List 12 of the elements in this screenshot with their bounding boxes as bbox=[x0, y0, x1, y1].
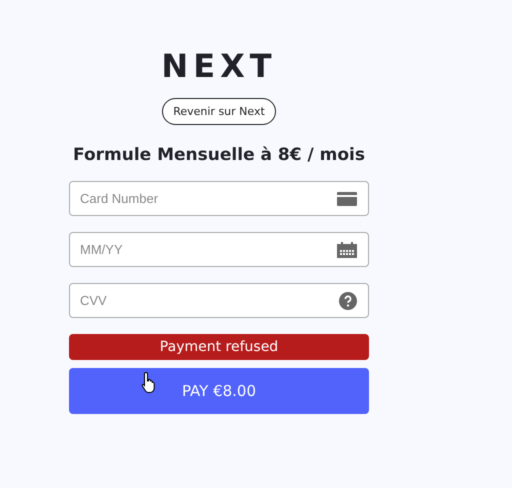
input-field[interactable]: Card Number bbox=[69, 181, 369, 216]
back-button[interactable]: Revenir sur Next bbox=[162, 98, 276, 125]
help-icon[interactable] bbox=[339, 292, 357, 310]
input-field[interactable]: MM/YY bbox=[69, 232, 369, 267]
calendar-icon bbox=[337, 242, 357, 258]
pay-button[interactable]: PAY €8.00 bbox=[69, 368, 369, 414]
error-banner: Payment refused bbox=[69, 334, 369, 360]
plan-title: Formule Mensuelle à 8€ / mois bbox=[73, 145, 365, 165]
input-field[interactable]: CVV bbox=[69, 283, 369, 318]
hand-cursor-icon bbox=[141, 371, 157, 393]
credit-card-icon bbox=[337, 192, 357, 206]
logo: NEXT bbox=[161, 46, 277, 86]
